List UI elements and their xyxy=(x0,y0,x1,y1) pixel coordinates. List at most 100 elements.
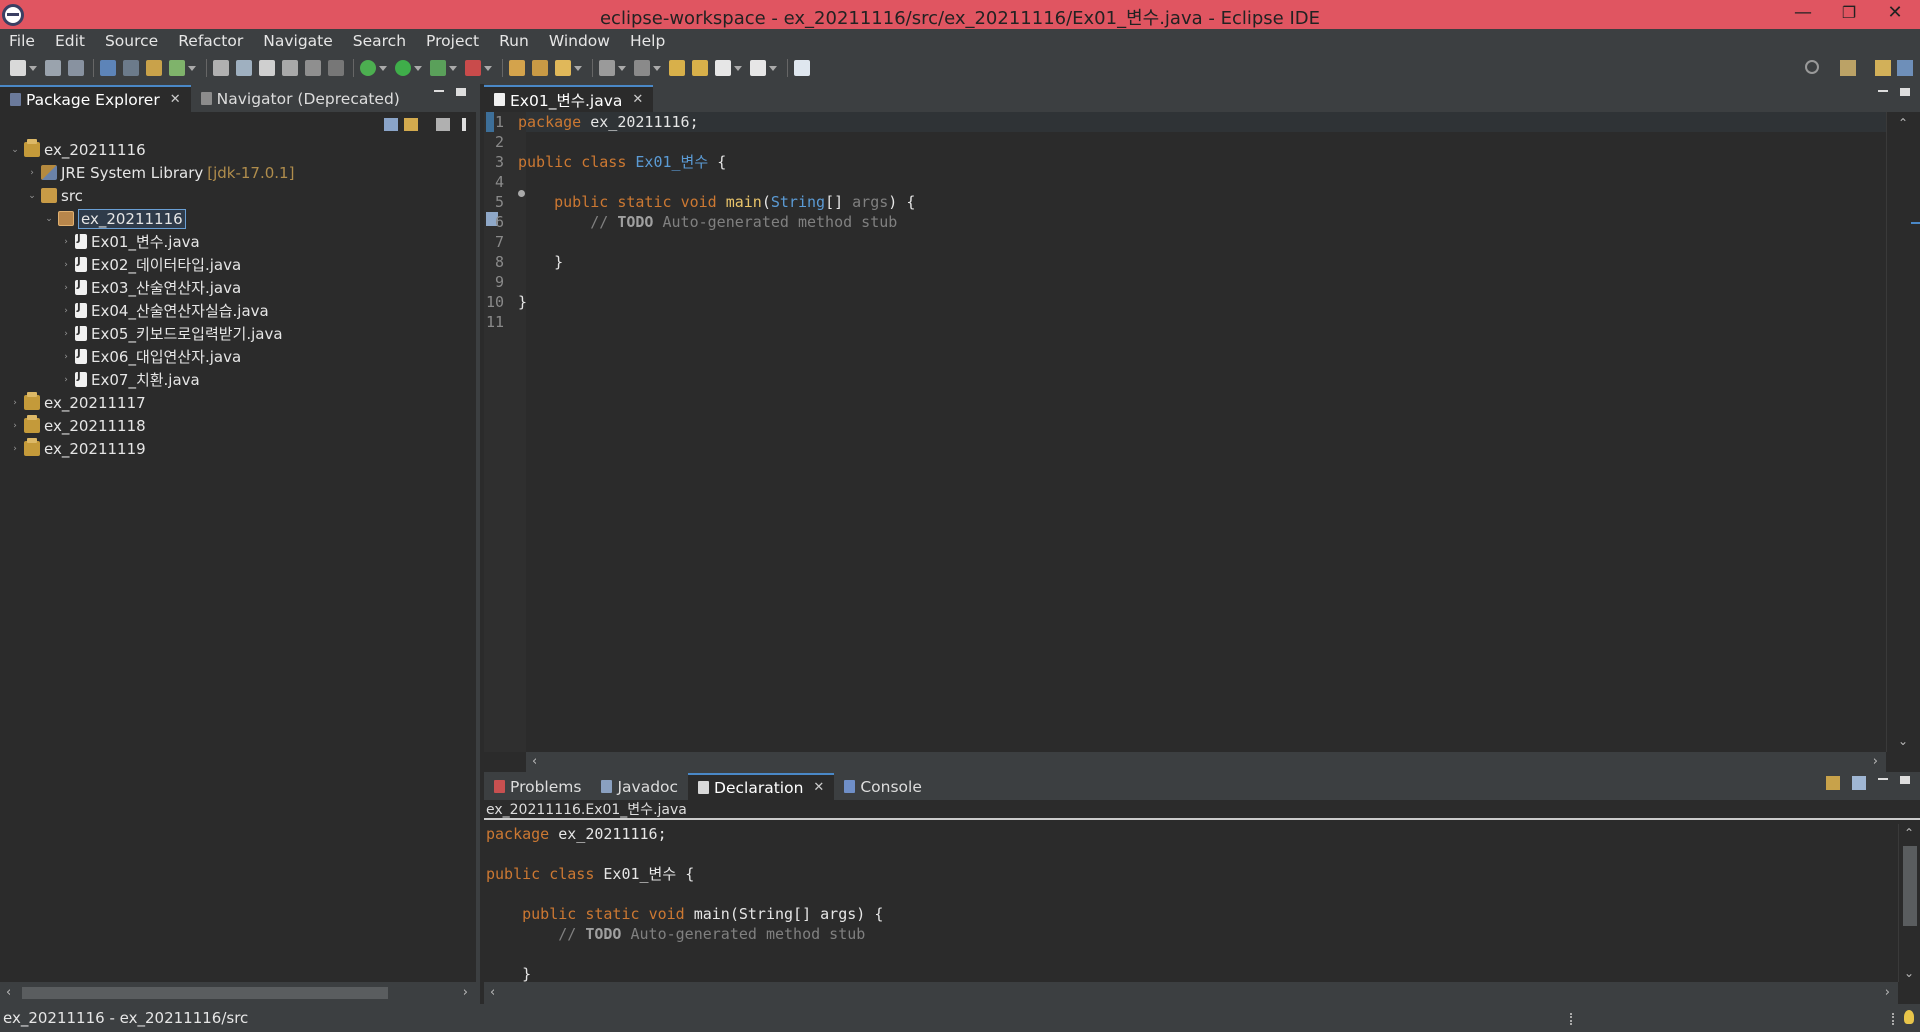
scroll-right-icon[interactable]: › xyxy=(1873,752,1878,772)
tab-javadoc[interactable]: Javadoc xyxy=(591,773,688,800)
open-task-icon[interactable] xyxy=(532,60,548,76)
tree-item[interactable]: › ex_20211119 xyxy=(0,437,476,460)
search-icon[interactable] xyxy=(1805,60,1819,74)
minimize-button[interactable]: — xyxy=(1780,0,1826,29)
menu-navigate[interactable]: Navigate xyxy=(254,32,344,50)
open-in-editor-icon[interactable] xyxy=(1852,776,1866,790)
dropdown-arrow-icon[interactable] xyxy=(734,65,742,71)
tree-item[interactable]: › ex_20211117 xyxy=(0,391,476,414)
code-line[interactable]: 1 package ex_20211116; xyxy=(495,112,1886,132)
dropdown-arrow-icon[interactable] xyxy=(379,65,387,71)
tree-item[interactable]: › Ex04_산술연산자실습.java xyxy=(0,299,476,322)
java-perspective-icon[interactable] xyxy=(1875,60,1891,76)
collapse-all-icon[interactable] xyxy=(384,118,398,131)
editor-horizontal-scrollbar[interactable]: ‹ › xyxy=(526,752,1886,772)
menu-project[interactable]: Project xyxy=(417,32,490,50)
tab-navigator[interactable]: Navigator (Deprecated) xyxy=(191,85,410,112)
code-line[interactable]: 2 xyxy=(495,132,1886,152)
tree-item[interactable]: ⌄ ex_20211116 xyxy=(0,138,476,161)
scroll-up-icon[interactable]: ⌃ xyxy=(1898,116,1908,130)
collapsed-chevron-icon[interactable]: › xyxy=(10,398,20,408)
editor-vertical-scrollbar[interactable]: ⌃ ⌄ xyxy=(1886,112,1920,752)
scroll-right-icon[interactable]: › xyxy=(463,982,468,1004)
code-line[interactable] xyxy=(486,944,1896,964)
scroll-down-icon[interactable]: ⌄ xyxy=(1898,734,1908,748)
new-class-icon[interactable] xyxy=(169,60,185,76)
close-tab-icon[interactable]: ✕ xyxy=(813,780,824,795)
declaration-vertical-scrollbar[interactable]: ⌃ ⌄ xyxy=(1898,824,1920,982)
link-declaration-icon[interactable] xyxy=(1826,776,1840,790)
code-line[interactable]: public static void main(String[] args) { xyxy=(486,904,1896,924)
declaration-horizontal-scrollbar[interactable]: ‹ › xyxy=(484,982,1898,1004)
tab-package-explorer[interactable]: Package Explorer ✕ xyxy=(0,85,191,112)
open-console-icon[interactable] xyxy=(100,60,116,76)
debug-icon[interactable] xyxy=(360,60,376,76)
tree-item[interactable]: › Ex05_키보드로입력받기.java xyxy=(0,322,476,345)
coverage-icon[interactable] xyxy=(430,60,446,76)
menu-source[interactable]: Source xyxy=(96,32,169,50)
tree-item[interactable]: › ex_20211118 xyxy=(0,414,476,437)
collapsed-chevron-icon[interactable]: › xyxy=(10,421,20,431)
link-with-editor-icon[interactable] xyxy=(404,118,418,131)
close-button[interactable]: ✕ xyxy=(1872,0,1918,29)
code-line[interactable]: package ex_20211116; xyxy=(486,824,1896,844)
filter-icon[interactable] xyxy=(436,118,450,131)
minimize-view-icon[interactable] xyxy=(1878,776,1888,780)
tab-declaration[interactable]: Declaration ✕ xyxy=(688,773,835,800)
collapsed-chevron-icon[interactable]: › xyxy=(61,375,71,385)
menu-refactor[interactable]: Refactor xyxy=(169,32,254,50)
tree-item[interactable]: › Ex06_대입연산자.java xyxy=(0,345,476,368)
toggle-comment-icon[interactable] xyxy=(213,60,229,76)
declaration-source[interactable]: package ex_20211116; public class Ex01_변… xyxy=(486,824,1896,984)
code-line[interactable]: 3 public class Ex01_변수 { xyxy=(495,152,1886,172)
search-tools-icon[interactable] xyxy=(555,60,571,76)
new-java-project-icon[interactable] xyxy=(146,60,162,76)
external-tools-icon[interactable] xyxy=(465,60,481,76)
new-icon[interactable] xyxy=(10,60,26,76)
dropdown-arrow-icon[interactable] xyxy=(449,65,457,71)
edit-icon[interactable] xyxy=(259,60,275,76)
dropdown-arrow-icon[interactable] xyxy=(414,65,422,71)
collapsed-chevron-icon[interactable]: › xyxy=(61,237,71,247)
forward-icon[interactable] xyxy=(750,60,766,76)
expanded-chevron-icon[interactable]: ⌄ xyxy=(10,145,20,155)
tree-item[interactable]: › Ex03_산술연산자.java xyxy=(0,276,476,299)
scroll-thumb[interactable] xyxy=(1903,846,1917,926)
tree-item[interactable]: ⌄ src xyxy=(0,184,476,207)
collapsed-chevron-icon[interactable]: › xyxy=(61,329,71,339)
tree-item[interactable]: › Ex07_치환.java xyxy=(0,368,476,391)
expanded-chevron-icon[interactable]: ⌄ xyxy=(27,191,37,201)
view-menu-icon[interactable] xyxy=(462,118,466,131)
code-line[interactable] xyxy=(486,844,1896,864)
scroll-right-icon[interactable]: › xyxy=(1885,982,1890,1004)
collapsed-chevron-icon[interactable]: › xyxy=(61,260,71,270)
code-line[interactable]: 10} xyxy=(486,292,1886,312)
menu-window[interactable]: Window xyxy=(540,32,621,50)
tab-console[interactable]: Console xyxy=(834,773,932,800)
save-icon[interactable] xyxy=(45,60,61,76)
scroll-down-icon[interactable]: ⌄ xyxy=(1904,966,1914,980)
scroll-thumb[interactable] xyxy=(22,987,388,999)
scroll-left-icon[interactable]: ‹ xyxy=(490,982,495,1004)
collapsed-chevron-icon[interactable]: › xyxy=(61,352,71,362)
collapsed-chevron-icon[interactable]: › xyxy=(61,283,71,293)
last-edit-location-icon[interactable] xyxy=(669,60,685,76)
dropdown-arrow-icon[interactable] xyxy=(29,65,37,71)
dropdown-arrow-icon[interactable] xyxy=(188,65,196,71)
menu-help[interactable]: Help xyxy=(621,32,676,50)
menu-run[interactable]: Run xyxy=(490,32,540,50)
dropdown-arrow-icon[interactable] xyxy=(653,65,661,71)
collapsed-chevron-icon[interactable]: › xyxy=(61,306,71,316)
code-area[interactable]: 1 package ex_20211116; 2 3 public class Ex0… xyxy=(486,112,1886,332)
tree-item[interactable]: › Ex02_데이터타입.java xyxy=(0,253,476,276)
tab-problems[interactable]: Problems xyxy=(484,773,591,800)
tip-lightbulb-icon[interactable] xyxy=(1904,1010,1914,1024)
back-icon[interactable] xyxy=(715,60,731,76)
maximize-view-icon[interactable] xyxy=(1900,776,1910,784)
show-whitespace-icon[interactable] xyxy=(328,60,344,76)
scroll-up-icon[interactable]: ⌃ xyxy=(1904,826,1914,840)
word-wrap-icon[interactable] xyxy=(305,60,321,76)
restore-button[interactable]: ❐ xyxy=(1826,0,1872,29)
tree-item[interactable]: ⌄ ex_20211116 xyxy=(0,207,476,230)
collapsed-chevron-icon[interactable]: › xyxy=(10,444,20,454)
